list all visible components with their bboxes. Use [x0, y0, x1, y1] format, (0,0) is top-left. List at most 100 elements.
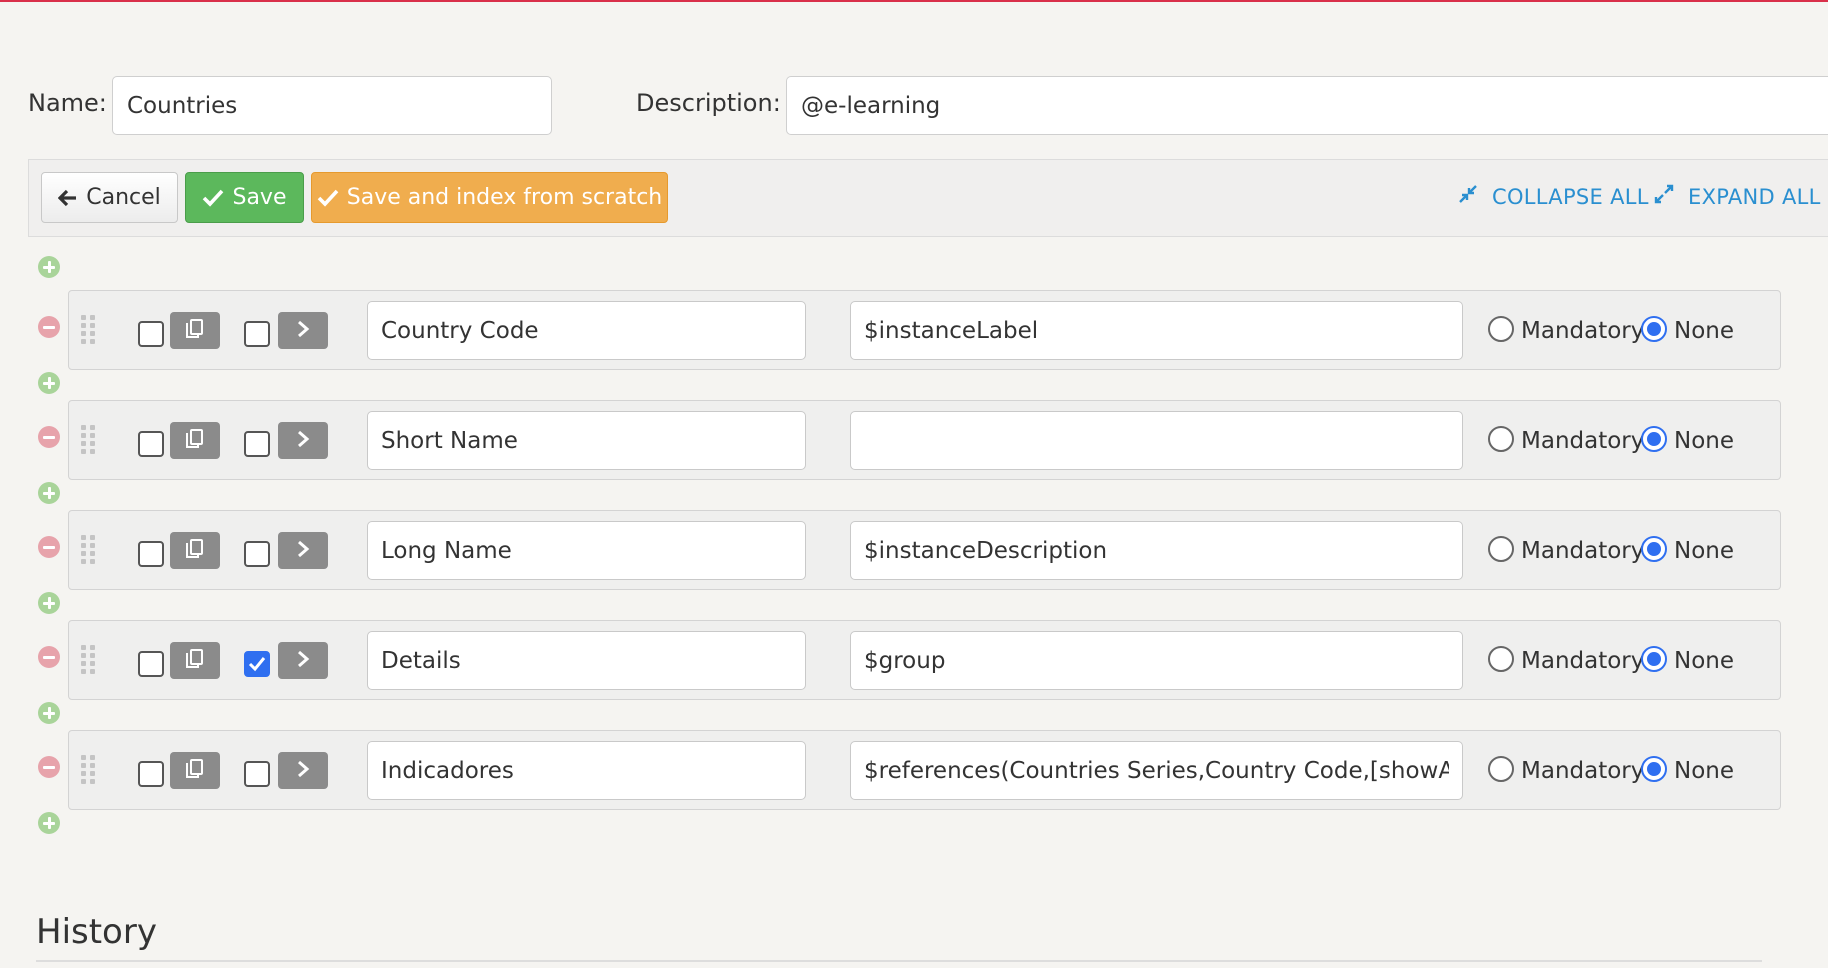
collapse-all-label: COLLAPSE ALL — [1492, 184, 1649, 209]
chevron-right-icon — [295, 429, 311, 453]
description-input[interactable] — [786, 76, 1828, 135]
row-toggle-checkbox[interactable] — [244, 321, 270, 347]
collapse-all-link[interactable]: COLLAPSE ALL — [1458, 184, 1649, 209]
field-value-input[interactable] — [850, 631, 1463, 690]
none-label: None — [1674, 758, 1735, 784]
field-name-input[interactable] — [367, 741, 806, 800]
field-name-input[interactable] — [367, 521, 806, 580]
mandatory-radio[interactable] — [1488, 426, 1514, 452]
open-button[interactable] — [278, 422, 328, 459]
save-and-index-button[interactable]: Save and index from scratch — [311, 172, 668, 223]
field-value-input[interactable] — [850, 521, 1463, 580]
mandatory-radio[interactable] — [1488, 316, 1514, 342]
field-value-input[interactable] — [850, 301, 1463, 360]
row-select-checkbox[interactable] — [138, 431, 164, 457]
field-row: Mandatory None — [68, 730, 1781, 810]
compress-icon — [1458, 184, 1478, 209]
save-label: Save — [232, 185, 287, 210]
mandatory-label: Mandatory — [1521, 428, 1645, 454]
chevron-right-icon — [295, 759, 311, 783]
open-button[interactable] — [278, 752, 328, 789]
add-field-icon[interactable] — [38, 592, 60, 614]
drag-handle-icon[interactable] — [81, 755, 95, 785]
save-button[interactable]: Save — [185, 172, 304, 223]
open-button[interactable] — [278, 642, 328, 679]
expand-all-label: EXPAND ALL — [1688, 184, 1821, 209]
drag-handle-icon[interactable] — [81, 645, 95, 675]
copy-button[interactable] — [170, 532, 220, 569]
open-button[interactable] — [278, 312, 328, 349]
add-field-icon[interactable] — [38, 372, 60, 394]
copy-button[interactable] — [170, 752, 220, 789]
mandatory-radio[interactable] — [1488, 536, 1514, 562]
expand-all-link[interactable]: EXPAND ALL — [1654, 184, 1821, 209]
field-value-input[interactable] — [850, 741, 1463, 800]
mandatory-radio[interactable] — [1488, 756, 1514, 782]
none-radio[interactable] — [1641, 756, 1667, 782]
field-row: Mandatory None — [68, 290, 1781, 370]
none-label: None — [1674, 648, 1735, 674]
field-row: Mandatory None — [68, 400, 1781, 480]
field-row: Mandatory None — [68, 510, 1781, 590]
row-toggle-checkbox[interactable] — [244, 541, 270, 567]
form-toolbar: Cancel Save Save and index from scratch … — [28, 159, 1828, 237]
mandatory-label: Mandatory — [1521, 538, 1645, 564]
row-toggle-checkbox[interactable] — [244, 761, 270, 787]
copy-icon — [183, 647, 207, 675]
none-radio[interactable] — [1641, 536, 1667, 562]
expand-icon — [1654, 184, 1674, 209]
row-select-checkbox[interactable] — [138, 651, 164, 677]
description-label: Description: — [636, 89, 781, 117]
remove-field-icon[interactable] — [38, 756, 60, 778]
save-and-index-label: Save and index from scratch — [346, 185, 663, 210]
copy-button[interactable] — [170, 312, 220, 349]
name-input[interactable] — [112, 76, 552, 135]
row-select-checkbox[interactable] — [138, 541, 164, 567]
check-icon — [202, 188, 224, 208]
row-toggle-checkbox[interactable] — [244, 651, 270, 677]
field-name-input[interactable] — [367, 411, 806, 470]
none-radio[interactable] — [1641, 316, 1667, 342]
remove-field-icon[interactable] — [38, 536, 60, 558]
history-divider — [36, 960, 1762, 962]
mandatory-label: Mandatory — [1521, 318, 1645, 344]
name-label: Name: — [28, 89, 107, 117]
field-name-input[interactable] — [367, 631, 806, 690]
add-field-icon[interactable] — [38, 812, 60, 834]
row-select-checkbox[interactable] — [138, 761, 164, 787]
copy-button[interactable] — [170, 422, 220, 459]
copy-icon — [183, 537, 207, 565]
top-accent-line — [0, 0, 1828, 2]
none-label: None — [1674, 538, 1735, 564]
row-select-checkbox[interactable] — [138, 321, 164, 347]
field-name-input[interactable] — [367, 301, 806, 360]
remove-field-icon[interactable] — [38, 646, 60, 668]
drag-handle-icon[interactable] — [81, 315, 95, 345]
cancel-button[interactable]: Cancel — [41, 172, 178, 223]
mandatory-label: Mandatory — [1521, 758, 1645, 784]
none-radio[interactable] — [1641, 646, 1667, 672]
copy-icon — [183, 427, 207, 455]
remove-field-icon[interactable] — [38, 316, 60, 338]
copy-icon — [183, 317, 207, 345]
field-value-input[interactable] — [850, 411, 1463, 470]
copy-icon — [183, 757, 207, 785]
copy-button[interactable] — [170, 642, 220, 679]
remove-field-icon[interactable] — [38, 426, 60, 448]
cancel-label: Cancel — [86, 185, 161, 210]
none-radio[interactable] — [1641, 426, 1667, 452]
mandatory-label: Mandatory — [1521, 648, 1645, 674]
drag-handle-icon[interactable] — [81, 425, 95, 455]
row-toggle-checkbox[interactable] — [244, 431, 270, 457]
add-field-icon[interactable] — [38, 482, 60, 504]
field-row: Mandatory None — [68, 620, 1781, 700]
add-field-icon[interactable] — [38, 256, 60, 278]
mandatory-radio[interactable] — [1488, 646, 1514, 672]
drag-handle-icon[interactable] — [81, 535, 95, 565]
chevron-right-icon — [295, 539, 311, 563]
add-field-icon[interactable] — [38, 702, 60, 724]
open-button[interactable] — [278, 532, 328, 569]
none-label: None — [1674, 318, 1735, 344]
chevron-right-icon — [295, 319, 311, 343]
arrow-left-icon — [58, 188, 78, 208]
